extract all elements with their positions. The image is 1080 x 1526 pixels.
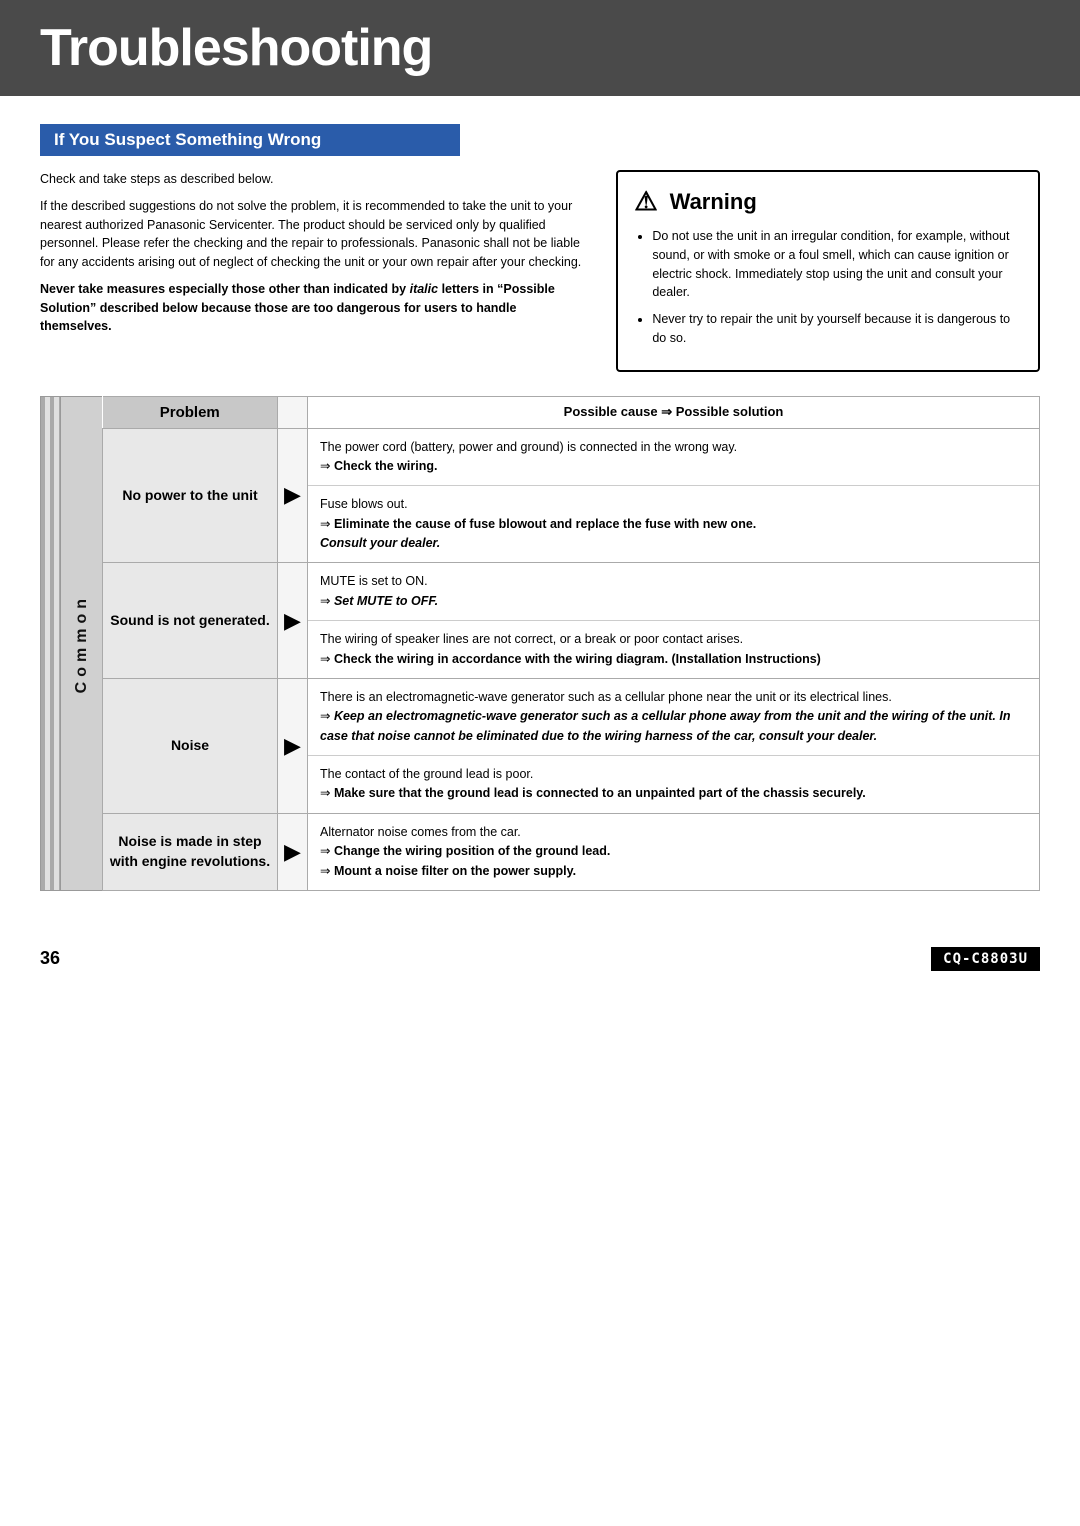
page-header: Troubleshooting	[0, 0, 1080, 96]
arrow-right: ⇒	[320, 844, 334, 858]
header-problem: Problem	[103, 396, 278, 428]
table-row: Noise ▶ There is an electromagnetic-wave…	[103, 678, 1040, 813]
stripe-pattern	[40, 396, 60, 891]
cause-text: The contact of the ground lead is poor.	[320, 767, 533, 781]
warning-label: Warning	[670, 189, 757, 215]
common-label: Common	[73, 594, 91, 693]
problem-label: Noise is made in step with engine revolu…	[110, 833, 270, 869]
arrow-right: ⇒	[320, 709, 334, 723]
intro-columns: Check and take steps as described below.…	[40, 170, 1040, 372]
table-header-row: Problem Possible cause ⇒ Possible soluti…	[103, 396, 1040, 428]
problem-label: Noise	[171, 737, 209, 753]
sol-entry: The power cord (battery, power and groun…	[308, 429, 1039, 487]
model-badge: CQ-C8803U	[931, 947, 1040, 971]
solutions-no-sound: MUTE is set to ON. ⇒ Set MUTE to OFF. Th…	[308, 563, 1040, 679]
solution-text: Set MUTE to OFF.	[334, 594, 438, 608]
cause-text: The wiring of speaker lines are not corr…	[320, 632, 743, 646]
arrow-right: ⇒	[320, 517, 334, 531]
main-content: If You Suspect Something Wrong Check and…	[0, 96, 1080, 911]
cause-text: The power cord (battery, power and groun…	[320, 440, 737, 454]
arrow-right: ⇒	[320, 594, 334, 608]
page-number: 36	[40, 948, 60, 969]
warning-icon: ⚠	[634, 186, 657, 217]
sol-entry: The contact of the ground lead is poor. …	[308, 756, 1039, 813]
arrow-right: ⇒	[320, 459, 334, 473]
cause-text: There is an electromagnetic-wave generat…	[320, 690, 892, 704]
troubleshoot-table: Problem Possible cause ⇒ Possible soluti…	[102, 396, 1040, 891]
sol-entry: The wiring of speaker lines are not corr…	[308, 621, 1039, 678]
problem-label: No power to the unit	[122, 487, 257, 503]
warning-bullet-2: Never try to repair the unit by yourself…	[652, 310, 1022, 348]
arrow-noise: ▶	[278, 678, 308, 813]
arrow-right: ⇒	[320, 652, 334, 666]
solution-text: Keep an electromagnetic-wave generator s…	[320, 709, 1010, 742]
problem-noise: Noise	[103, 678, 278, 813]
page-title: Troubleshooting	[40, 18, 1040, 78]
intro-p1: Check and take steps as described below.	[40, 170, 588, 189]
arrow-no-power: ▶	[278, 428, 308, 563]
cause-text: Fuse blows out.	[320, 497, 408, 511]
common-label-col: Common	[60, 396, 102, 891]
solution-text: Check the wiring.	[334, 459, 438, 473]
arrow-right: ⇒	[320, 786, 334, 800]
arrow-no-sound: ▶	[278, 563, 308, 679]
page-footer: 36 CQ-C8803U	[0, 931, 1080, 987]
table-area: Common Problem Possible cause ⇒ Possible…	[40, 396, 1040, 891]
left-sidebar: Common	[40, 396, 102, 891]
intro-right: ⚠ Warning Do not use the unit in an irre…	[616, 170, 1040, 372]
arrow-engine-noise: ▶	[278, 813, 308, 890]
intro-p2: If the described suggestions do not solv…	[40, 197, 588, 272]
solution-text-2: Mount a noise filter on the power supply…	[334, 864, 576, 878]
header-arrow-spacer	[278, 396, 308, 428]
warning-box: ⚠ Warning Do not use the unit in an irre…	[616, 170, 1040, 372]
sol-entry: Fuse blows out. ⇒ Eliminate the cause of…	[308, 486, 1039, 562]
solution-text: Check the wiring in accordance with the …	[334, 652, 821, 666]
solution-text-1: Change the wiring position of the ground…	[334, 844, 610, 858]
header-solution: Possible cause ⇒ Possible solution	[308, 396, 1040, 428]
warning-bullet-1: Do not use the unit in an irregular cond…	[652, 227, 1022, 302]
table-row: Noise is made in step with engine revolu…	[103, 813, 1040, 890]
problem-no-power: No power to the unit	[103, 428, 278, 563]
problem-label: Sound is not generated.	[110, 612, 269, 628]
intro-left: Check and take steps as described below.…	[40, 170, 588, 372]
table-row: No power to the unit ▶ The power cord (b…	[103, 428, 1040, 563]
sol-entry: MUTE is set to ON. ⇒ Set MUTE to OFF.	[308, 563, 1039, 621]
solutions-noise: There is an electromagnetic-wave generat…	[308, 678, 1040, 813]
cause-text: MUTE is set to ON.	[320, 574, 428, 588]
solution-text: Eliminate the cause of fuse blowout and …	[320, 517, 756, 550]
warning-list: Do not use the unit in an irregular cond…	[634, 227, 1022, 348]
section-heading: If You Suspect Something Wrong	[40, 124, 460, 156]
bold-warning-text: Never take measures especially those oth…	[40, 282, 555, 334]
problem-no-sound: Sound is not generated.	[103, 563, 278, 679]
solutions-no-power: The power cord (battery, power and groun…	[308, 428, 1040, 563]
cause-text: Alternator noise comes from the car.	[320, 825, 521, 839]
warning-title: ⚠ Warning	[634, 186, 1022, 217]
intro-bold: Never take measures especially those oth…	[40, 280, 588, 336]
table-row: Sound is not generated. ▶ MUTE is set to…	[103, 563, 1040, 679]
problem-engine-noise: Noise is made in step with engine revolu…	[103, 813, 278, 890]
solution-text: Make sure that the ground lead is connec…	[334, 786, 866, 800]
arrow-right-2: ⇒	[320, 864, 334, 878]
sol-entry: Alternator noise comes from the car. ⇒ C…	[308, 814, 1039, 890]
solutions-engine-noise: Alternator noise comes from the car. ⇒ C…	[308, 813, 1040, 890]
sol-entry: There is an electromagnetic-wave generat…	[308, 679, 1039, 756]
